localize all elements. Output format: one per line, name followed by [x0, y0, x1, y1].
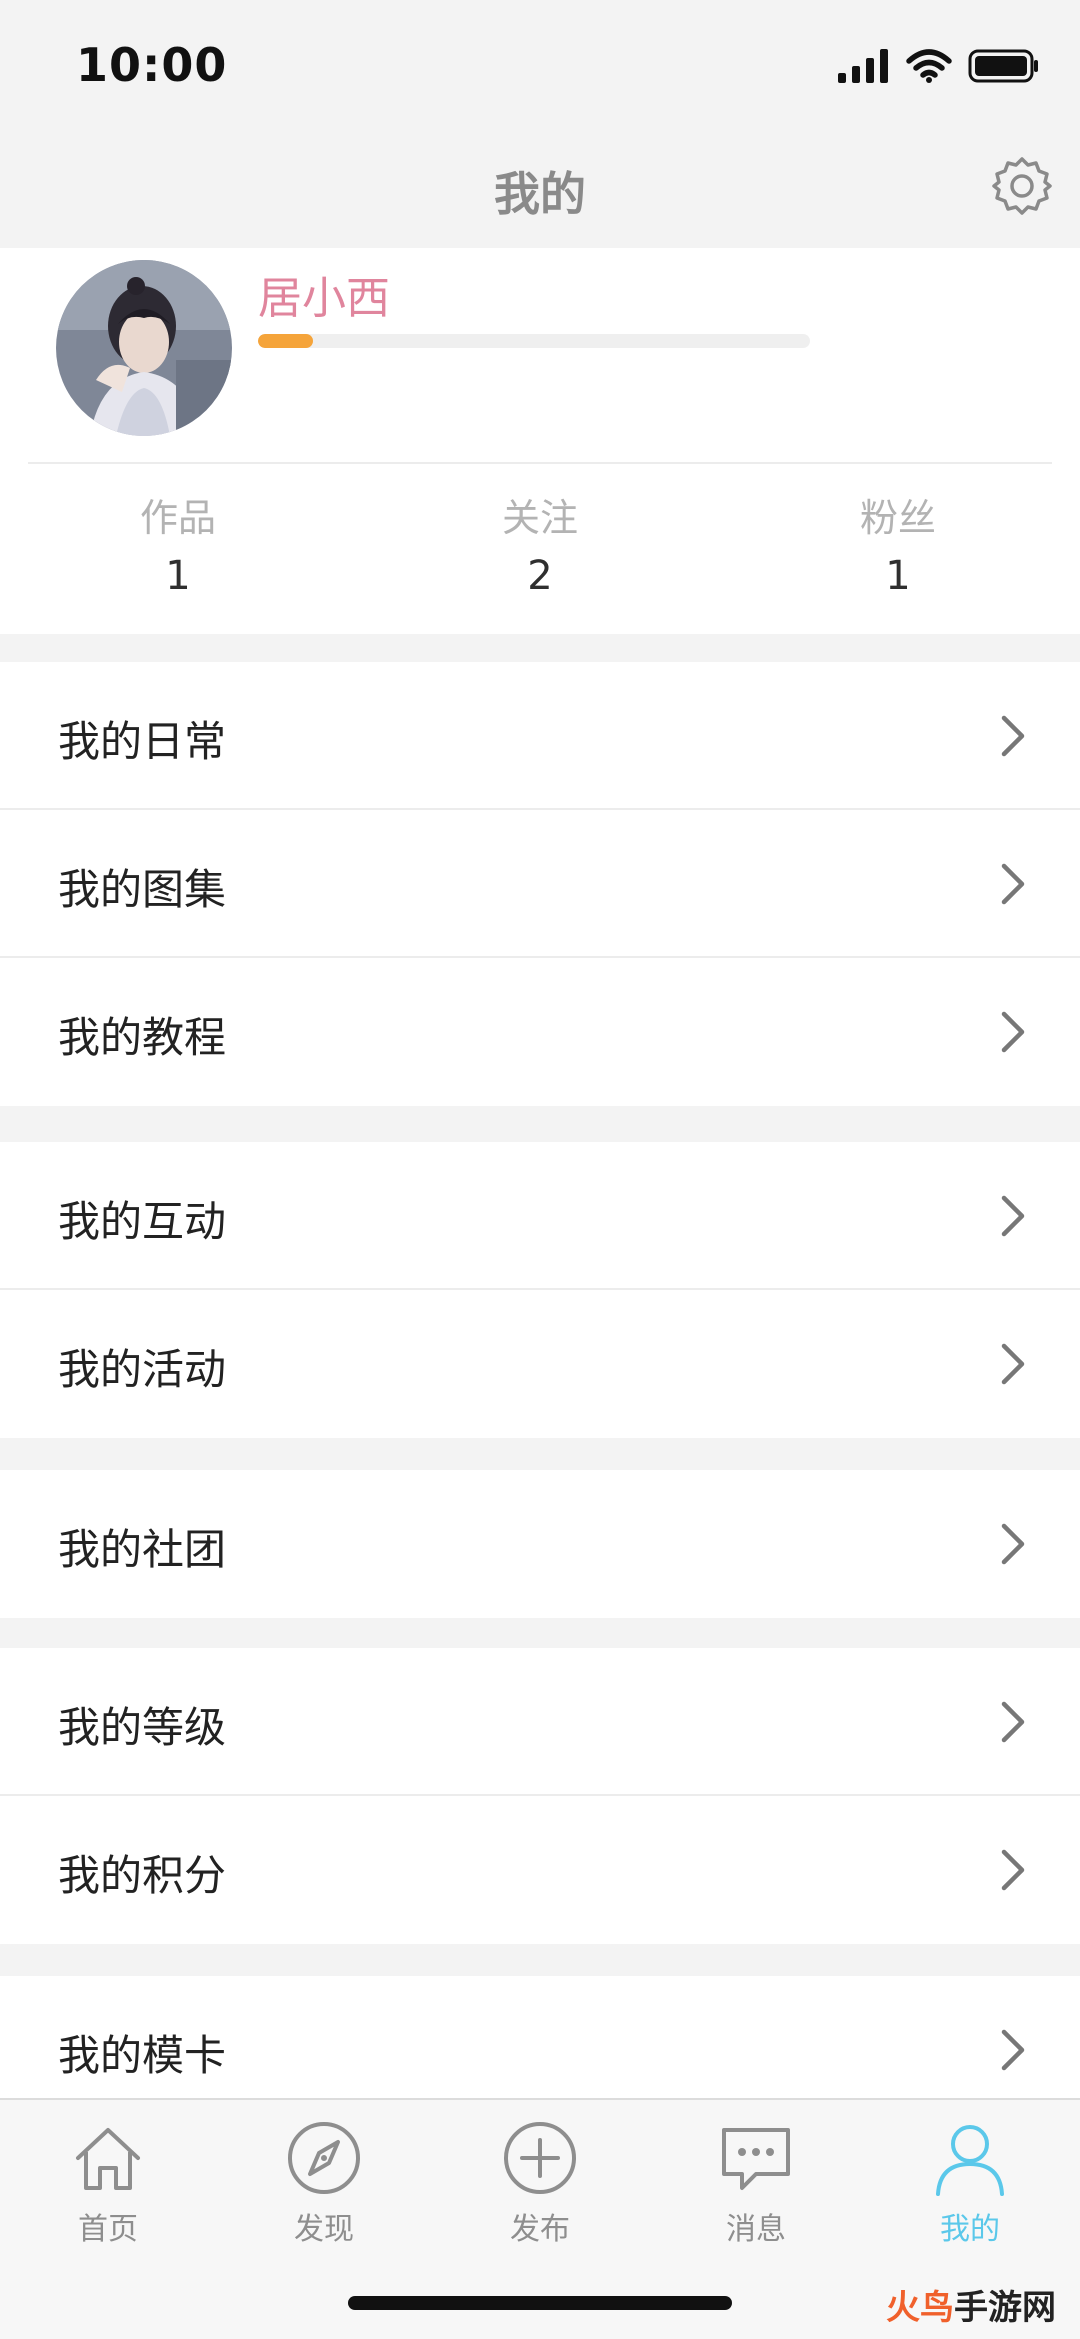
menu-item-interactions[interactable]: 我的互动 [0, 1142, 1080, 1290]
chevron-right-icon [1001, 1195, 1025, 1237]
chevron-right-icon [1001, 1849, 1025, 1891]
menu-item-label: 我的模卡 [58, 2031, 227, 2080]
tab-home[interactable]: 首页 [18, 2120, 198, 2248]
cellular-signal-icon [838, 49, 888, 83]
chevron-right-icon [1001, 1343, 1025, 1385]
user-icon [936, 2125, 1004, 2196]
menu-item-label: 我的社团 [58, 1525, 227, 1574]
watermark: 火鸟手游网 [886, 2280, 1056, 2329]
level-progress-fill [258, 334, 314, 348]
avatar[interactable] [56, 260, 232, 436]
tab-messages[interactable]: 消息 [666, 2120, 846, 2248]
menu-item-label: 我的日常 [58, 717, 227, 766]
compass-icon [288, 2122, 360, 2194]
watermark-text: 手游网 [954, 2288, 1056, 2328]
menu-item-points[interactable]: 我的积分 [0, 1796, 1080, 1944]
menu-item-model-card[interactable]: 我的模卡 [0, 1976, 1080, 2098]
avatar-image [56, 260, 232, 436]
stat-value: 1 [165, 553, 191, 599]
stat-label: 作品 [139, 496, 216, 540]
menu-group-content: 我的日常 我的图集 我的教程 [0, 662, 1080, 1106]
menu-item-label: 我的活动 [58, 1345, 227, 1394]
page-title: 我的 [494, 167, 586, 221]
tab-discover[interactable]: 发现 [234, 2120, 414, 2248]
watermark-brand: 火鸟 [886, 2288, 954, 2328]
chevron-right-icon [1001, 1523, 1025, 1565]
menu-item-label: 我的互动 [58, 1197, 227, 1246]
tab-publish[interactable]: 发布 [450, 2120, 630, 2248]
level-progress-bar [258, 334, 810, 348]
menu-group-rewards: 我的等级 我的积分 [0, 1648, 1080, 1944]
profile-card: 居小西 作品 1 关注 2 粉丝 1 [0, 248, 1080, 634]
settings-button[interactable] [990, 154, 1054, 218]
stat-label: 关注 [501, 496, 578, 540]
battery-icon [968, 49, 1038, 83]
chevron-right-icon [1001, 1701, 1025, 1743]
tab-label: 我的 [940, 2212, 1000, 2247]
status-time: 10:00 [76, 38, 228, 92]
stats-row: 作品 1 关注 2 粉丝 1 [0, 494, 1080, 604]
profile-screen: 10:00 我的 居小西 作品 1 关注 2 粉丝 1 我的日常 我的图集 我的… [0, 0, 1080, 2339]
wifi-icon [906, 49, 952, 83]
menu-group-card: 我的模卡 [0, 1976, 1080, 2098]
stat-value: 2 [527, 553, 553, 599]
menu-item-label: 我的积分 [58, 1851, 227, 1900]
home-icon [76, 2128, 140, 2190]
chat-bubble-icon [722, 2128, 790, 2190]
status-bar: 10:00 [0, 0, 1080, 130]
menu-item-tutorials[interactable]: 我的教程 [0, 958, 1080, 1106]
stat-followers[interactable]: 粉丝 1 [778, 494, 1018, 606]
tab-label: 消息 [726, 2212, 786, 2247]
tab-label: 发布 [510, 2212, 570, 2247]
menu-item-albums[interactable]: 我的图集 [0, 810, 1080, 958]
plus-circle-icon [504, 2122, 576, 2194]
menu-item-label: 我的图集 [58, 865, 227, 914]
tab-me[interactable]: 我的 [880, 2120, 1060, 2248]
status-icons [838, 46, 1040, 86]
username[interactable]: 居小西 [258, 262, 390, 326]
menu-item-daily[interactable]: 我的日常 [0, 662, 1080, 810]
stat-value: 1 [885, 553, 911, 599]
divider [28, 462, 1052, 464]
stat-following[interactable]: 关注 2 [420, 494, 660, 606]
chevron-right-icon [1001, 1011, 1025, 1053]
menu-group-club: 我的社团 [0, 1470, 1080, 1618]
menu-item-label: 我的等级 [58, 1703, 227, 1752]
stat-label: 粉丝 [859, 496, 936, 540]
nav-bar: 我的 [0, 130, 1080, 248]
gear-icon [992, 157, 1052, 215]
chevron-right-icon [1001, 715, 1025, 757]
menu-group-interaction: 我的互动 我的活动 [0, 1142, 1080, 1438]
tab-label: 首页 [78, 2212, 138, 2247]
menu-item-label: 我的教程 [58, 1013, 227, 1062]
tab-label: 发现 [294, 2212, 354, 2247]
chevron-right-icon [1001, 863, 1025, 905]
chevron-right-icon [1001, 2029, 1025, 2071]
menu-item-club[interactable]: 我的社团 [0, 1470, 1080, 1618]
home-indicator[interactable] [348, 2296, 732, 2310]
menu-item-activities[interactable]: 我的活动 [0, 1290, 1080, 1438]
stat-works[interactable]: 作品 1 [58, 494, 298, 606]
menu-item-level[interactable]: 我的等级 [0, 1648, 1080, 1796]
